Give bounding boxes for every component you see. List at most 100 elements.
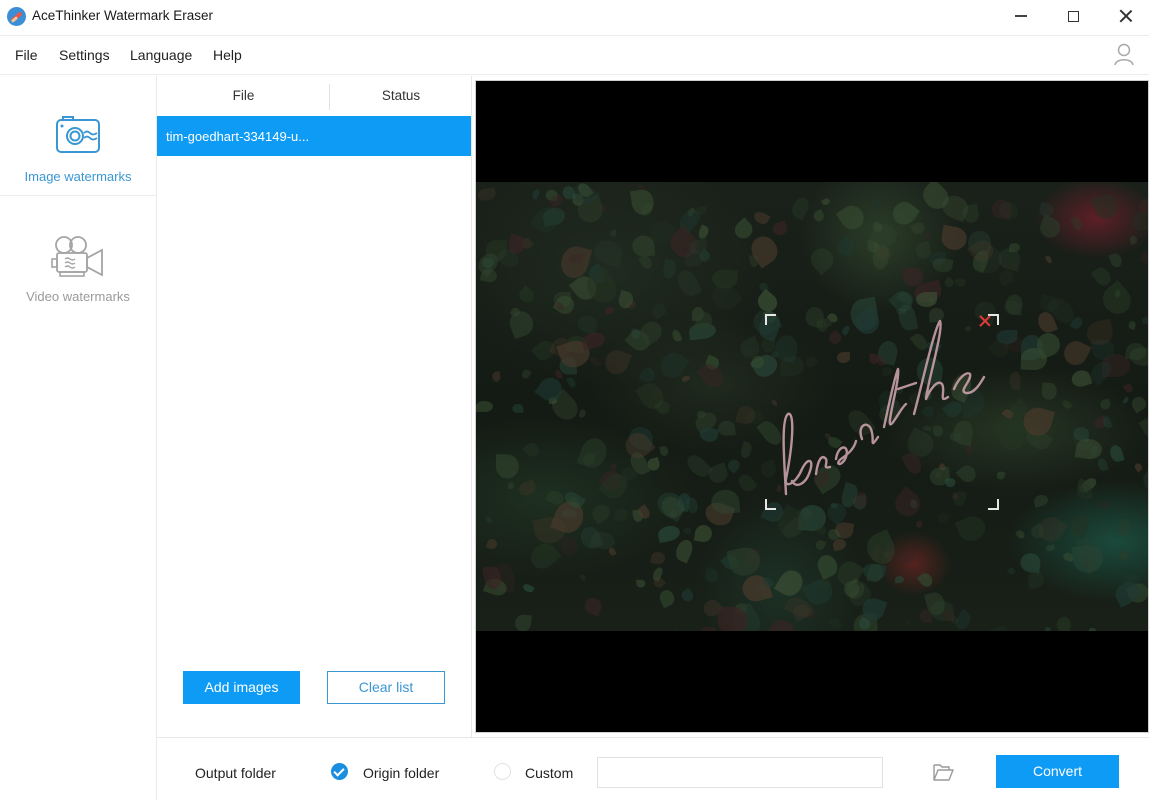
close-button[interactable]: [1103, 0, 1149, 32]
foliage-texture: [1138, 410, 1148, 444]
foliage-texture: [1122, 382, 1135, 394]
foliage-texture: [1132, 461, 1144, 473]
foliage-texture: [942, 276, 956, 289]
foliage-texture: [952, 276, 966, 288]
menu-help[interactable]: Help: [213, 47, 242, 63]
image-preview[interactable]: [475, 80, 1149, 733]
foliage-texture: [613, 506, 630, 523]
foliage-texture: [1137, 250, 1148, 265]
sidebar-item-image-watermarks[interactable]: Image watermarks: [0, 76, 156, 196]
foliage-texture: [512, 403, 524, 414]
foliage-texture: [604, 305, 615, 315]
foliage-texture: [577, 434, 612, 471]
foliage-texture: [696, 359, 728, 392]
origin-folder-radio[interactable]: [331, 763, 348, 780]
column-header-status[interactable]: Status: [330, 88, 472, 103]
foliage-texture: [580, 330, 607, 351]
output-folder-label: Output folder: [195, 765, 276, 781]
foliage-texture: [1128, 394, 1148, 414]
close-icon: [1119, 9, 1133, 23]
clear-list-button[interactable]: Clear list: [327, 671, 445, 704]
file-list-header: File Status: [157, 76, 472, 116]
foliage-texture: [894, 576, 905, 584]
foliage-texture: [861, 561, 886, 582]
foliage-texture: [601, 346, 633, 378]
menu-settings[interactable]: Settings: [59, 47, 110, 63]
foliage-texture: [693, 523, 713, 543]
foliage-texture: [1060, 398, 1073, 411]
menu-file[interactable]: File: [15, 47, 38, 63]
sidebar-item-label: Video watermarks: [26, 289, 130, 304]
camera-icon: [56, 116, 100, 153]
custom-folder-radio[interactable]: [494, 763, 511, 780]
foliage-texture: [1069, 215, 1084, 232]
foliage-texture: [683, 451, 713, 482]
selection-handle-bottom-right[interactable]: [988, 499, 999, 510]
sidebar-item-label: Image watermarks: [24, 169, 132, 184]
foliage-texture: [609, 230, 617, 238]
maximize-button[interactable]: [1050, 0, 1096, 32]
file-name: tim-goedhart-334149-u...: [166, 129, 310, 144]
foliage-texture: [1032, 493, 1050, 509]
foliage-texture: [767, 617, 798, 631]
foliage-texture: [1088, 627, 1096, 631]
minimize-button[interactable]: [998, 0, 1044, 32]
title-bar: AceThinker Watermark Eraser: [0, 0, 1149, 34]
foliage-texture: [771, 220, 789, 238]
custom-folder-label[interactable]: Custom: [525, 765, 573, 781]
foliage-texture: [1008, 370, 1022, 390]
file-list-row[interactable]: tim-goedhart-334149-u...: [157, 116, 471, 156]
foliage-texture: [1037, 215, 1064, 242]
foliage-texture: [679, 587, 696, 604]
column-header-file[interactable]: File: [157, 88, 330, 103]
foliage-texture: [484, 515, 494, 525]
foliage-texture: [699, 626, 715, 631]
foliage-texture: [1045, 544, 1056, 552]
origin-folder-label[interactable]: Origin folder: [363, 765, 439, 781]
foliage-texture: [513, 614, 532, 631]
minimize-icon: [1015, 15, 1027, 17]
output-bar: Output folder Origin folder Custom Conve…: [157, 737, 1149, 800]
foliage-texture: [671, 329, 683, 343]
foliage-texture: [656, 524, 682, 544]
menu-bar: File Settings Language Help: [0, 35, 1149, 75]
maximize-icon: [1067, 10, 1079, 22]
foliage-texture: [931, 256, 954, 274]
convert-button[interactable]: Convert: [996, 755, 1119, 788]
app-logo-icon: [7, 7, 26, 26]
foliage-texture: [1091, 191, 1122, 222]
foliage-texture: [1127, 320, 1137, 330]
foliage-texture: [589, 500, 614, 525]
foliage-texture: [491, 371, 501, 383]
foliage-texture: [814, 539, 827, 552]
foliage-texture: [1027, 570, 1045, 590]
foliage-texture: [1097, 499, 1110, 510]
foliage-texture: [906, 619, 911, 626]
foliage-texture: [869, 196, 882, 209]
foliage-texture: [649, 551, 666, 566]
watermark-selection-box[interactable]: [765, 314, 999, 510]
foliage-texture: [530, 188, 541, 201]
foliage-texture: [698, 425, 719, 444]
sidebar-item-video-watermarks[interactable]: Video watermarks: [0, 197, 156, 317]
foliage-texture: [507, 481, 515, 490]
menu-language[interactable]: Language: [130, 47, 192, 63]
foliage-texture: [635, 579, 646, 588]
add-images-button[interactable]: Add images: [183, 671, 300, 704]
close-icon[interactable]: [979, 315, 991, 327]
foliage-texture: [674, 629, 682, 631]
foliage-texture: [827, 615, 844, 631]
foliage-texture: [522, 583, 535, 595]
foliage-texture: [522, 440, 542, 459]
folder-icon[interactable]: [932, 762, 954, 782]
foliage-texture: [990, 197, 1014, 220]
selection-handle-bottom-left[interactable]: [765, 499, 776, 510]
foliage-texture: [1108, 251, 1124, 269]
user-icon[interactable]: [1113, 42, 1135, 66]
foliage-texture: [1099, 398, 1112, 411]
custom-path-input[interactable]: [597, 757, 883, 788]
foliage-texture: [954, 512, 989, 546]
foliage-texture: [476, 186, 497, 203]
foliage-texture: [631, 234, 655, 258]
selection-handle-top-left[interactable]: [765, 314, 776, 325]
